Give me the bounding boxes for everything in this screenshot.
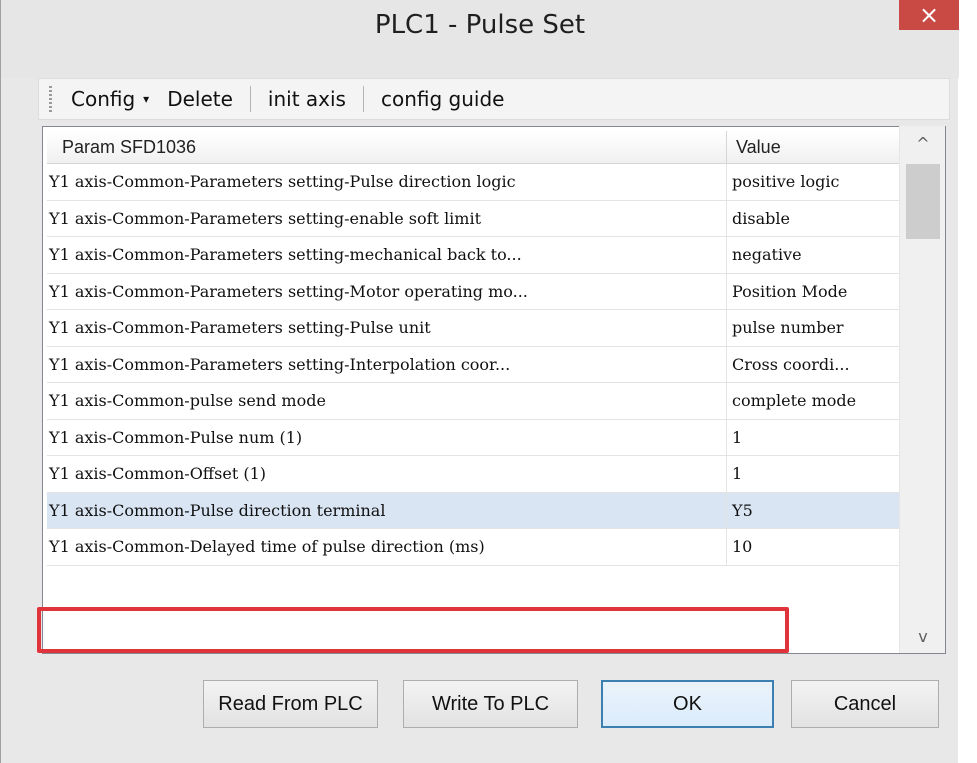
title-bar[interactable]: PLC1 - Pulse Set × [1, 0, 959, 78]
param-cell: Y1 axis-Common-pulse send mode [47, 383, 727, 419]
toolbar-separator [362, 86, 364, 112]
param-cell: Y1 axis-Common-Parameters setting-Pulse … [47, 164, 727, 200]
grid-header: Param SFD1036 Value [47, 131, 945, 164]
param-cell: Y1 axis-Common-Parameters setting-Interp… [47, 346, 727, 382]
table-row[interactable]: Y1 axis-Common-Parameters setting-Motor … [47, 273, 945, 310]
table-row[interactable]: Y1 axis-Common-Offset (1) 1 [47, 456, 945, 493]
pulse-set-dialog: PLC1 - Pulse Set × Config ▾ Delete init … [0, 0, 959, 763]
write-to-plc-button[interactable]: Write To PLC [403, 680, 578, 728]
param-cell: Y1 axis-Common-Delayed time of pulse dir… [47, 529, 727, 565]
scroll-up-icon[interactable]: ^ [900, 126, 946, 160]
window-title: PLC1 - Pulse Set [374, 10, 586, 40]
table-row[interactable]: Y1 axis-Common-pulse send mode complete m… [47, 383, 945, 420]
table-row[interactable]: Y1 axis-Common-Delayed time of pulse dir… [47, 529, 945, 566]
table-row[interactable]: Y1 axis-Common-Parameters setting-Interp… [47, 346, 945, 383]
param-grid: Param SFD1036 Value Y1 axis-Common-Param… [42, 126, 946, 654]
param-cell: Y1 axis-Common-Pulse num (1) [47, 419, 727, 455]
chevron-down-icon: ▾ [143, 92, 150, 106]
param-cell: Y1 axis-Common-Parameters setting-Motor … [47, 273, 727, 309]
param-cell: Y1 axis-Common-Parameters setting-Pulse … [47, 310, 727, 346]
column-header-param[interactable]: Param SFD1036 [47, 131, 727, 164]
config-guide-button[interactable]: config guide [378, 87, 508, 111]
table-row[interactable]: Y1 axis-Common-Parameters setting-Pulse … [47, 164, 945, 201]
close-icon: × [918, 1, 940, 29]
table-row[interactable]: Y1 axis-Common-Parameters setting-Pulse … [47, 310, 945, 347]
param-cell: Y1 axis-Common-Offset (1) [47, 456, 727, 492]
scroll-down-icon[interactable]: v [900, 619, 946, 653]
delete-button[interactable]: Delete [164, 87, 236, 111]
grid-rows: Y1 axis-Common-Parameters setting-Pulse … [47, 164, 945, 566]
param-cell: Y1 axis-Common-Parameters setting-enable… [47, 200, 727, 236]
close-button[interactable]: × [899, 0, 959, 30]
table-row[interactable]: Y1 axis-Common-Pulse direction terminal Y… [47, 492, 945, 529]
cancel-button[interactable]: Cancel [791, 680, 939, 728]
table-row[interactable]: Y1 axis-Common-Pulse num (1) 1 [47, 419, 945, 456]
param-cell: Y1 axis-Common-Pulse direction terminal [47, 492, 727, 528]
table-row[interactable]: Y1 axis-Common-Parameters setting-mechan… [47, 237, 945, 274]
param-cell: Y1 axis-Common-Parameters setting-mechan… [47, 237, 727, 273]
table-row[interactable]: Y1 axis-Common-Parameters setting-enable… [47, 200, 945, 237]
toolbar-grip[interactable] [49, 86, 52, 112]
vertical-scrollbar[interactable]: ^ v [899, 126, 945, 653]
config-label: Config [71, 87, 136, 111]
ok-button[interactable]: OK [601, 680, 774, 728]
scrollbar-thumb[interactable] [906, 164, 940, 239]
init-axis-button[interactable]: init axis [265, 87, 349, 111]
toolbar-separator [249, 86, 251, 112]
toolbar: Config ▾ Delete init axis config guide [38, 78, 950, 120]
read-from-plc-button[interactable]: Read From PLC [203, 680, 378, 728]
config-menu-button[interactable]: Config ▾ [68, 87, 164, 111]
